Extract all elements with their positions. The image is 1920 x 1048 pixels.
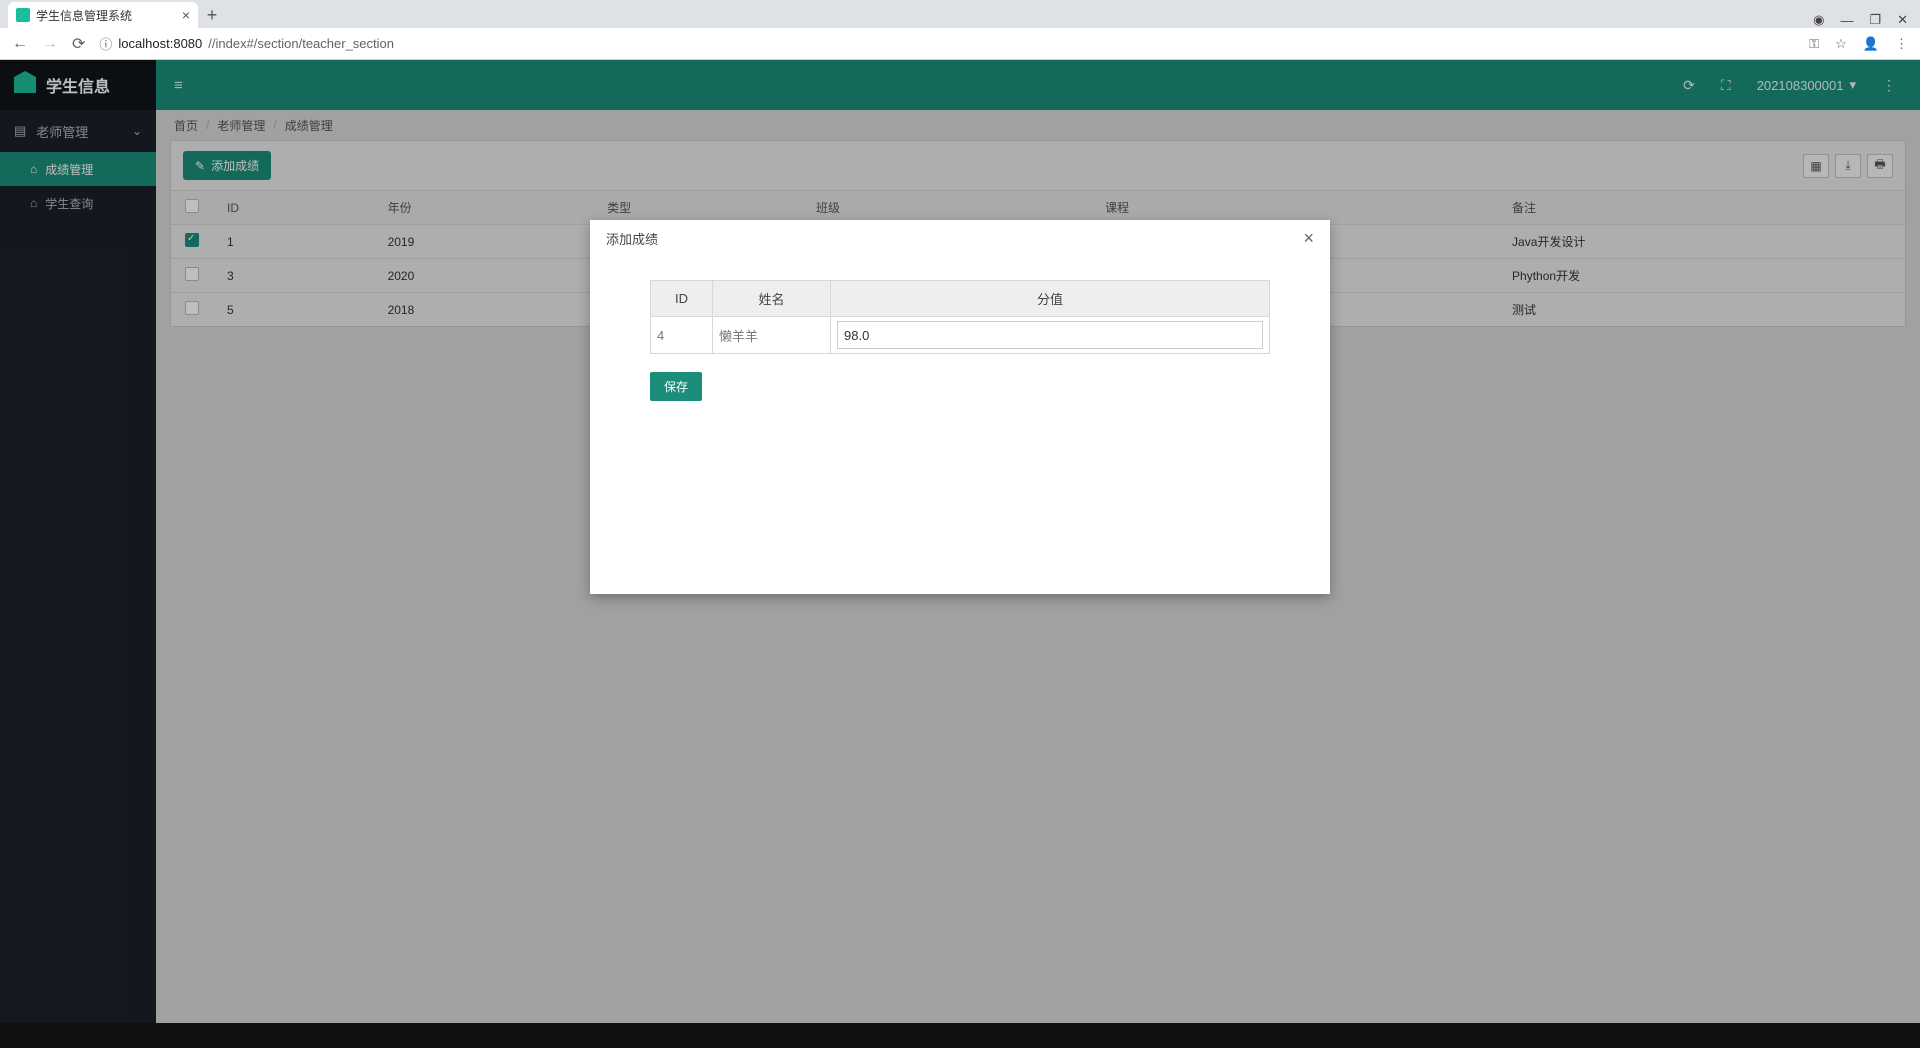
account-dot-icon[interactable]: ◉ <box>1813 12 1824 28</box>
window-controls: ◉ — ❐ ✕ <box>1813 12 1920 28</box>
browser-tab[interactable]: 学生信息管理系统 × <box>8 2 198 28</box>
browser-tab-bar: 学生信息管理系统 × + ◉ — ❐ ✕ <box>0 0 1920 28</box>
modal-row: 4 懒羊羊 <box>651 317 1270 354</box>
url-display[interactable]: ⓘ localhost:8080 //index#/section/teacher… <box>99 34 394 53</box>
close-window-icon[interactable]: ✕ <box>1897 12 1908 28</box>
score-input[interactable] <box>837 321 1263 349</box>
close-icon[interactable]: × <box>1303 228 1314 249</box>
tab-title: 学生信息管理系统 <box>36 7 132 24</box>
favicon-icon <box>16 8 30 22</box>
modal-table: ID 姓名 分值 4 懒羊羊 <box>650 280 1270 354</box>
address-bar: ← → ⟳ ⓘ localhost:8080 //index#/section/t… <box>0 28 1920 60</box>
close-tab-icon[interactable]: × <box>182 7 190 23</box>
modal-col-name: 姓名 <box>713 281 831 317</box>
save-button[interactable]: 保存 <box>650 372 702 401</box>
back-icon[interactable]: ← <box>12 35 28 53</box>
profile-icon[interactable]: 👤 <box>1863 36 1879 52</box>
modal-backdrop[interactable]: 添加成绩 × ID 姓名 分值 <box>0 60 1920 1023</box>
reload-icon[interactable]: ⟳ <box>72 34 85 54</box>
add-grade-modal: 添加成绩 × ID 姓名 分值 <box>590 220 1330 594</box>
minimize-icon[interactable]: — <box>1840 13 1853 28</box>
url-host: localhost:8080 <box>118 36 202 51</box>
star-icon[interactable]: ☆ <box>1835 36 1847 52</box>
kebab-menu-icon[interactable]: ⋮ <box>1895 36 1908 52</box>
url-path: //index#/section/teacher_section <box>208 36 394 51</box>
modal-title: 添加成绩 <box>606 229 658 248</box>
taskbar <box>0 1023 1920 1048</box>
modal-cell-id: 4 <box>651 317 713 354</box>
modal-col-id: ID <box>651 281 713 317</box>
modal-cell-name: 懒羊羊 <box>713 317 831 354</box>
modal-col-score: 分值 <box>831 281 1270 317</box>
forward-icon[interactable]: → <box>42 35 58 53</box>
key-icon[interactable]: ⚿ <box>1809 36 1819 52</box>
maximize-icon[interactable]: ❐ <box>1869 12 1881 28</box>
info-icon: ⓘ <box>99 34 112 53</box>
new-tab-button[interactable]: + <box>198 2 226 28</box>
